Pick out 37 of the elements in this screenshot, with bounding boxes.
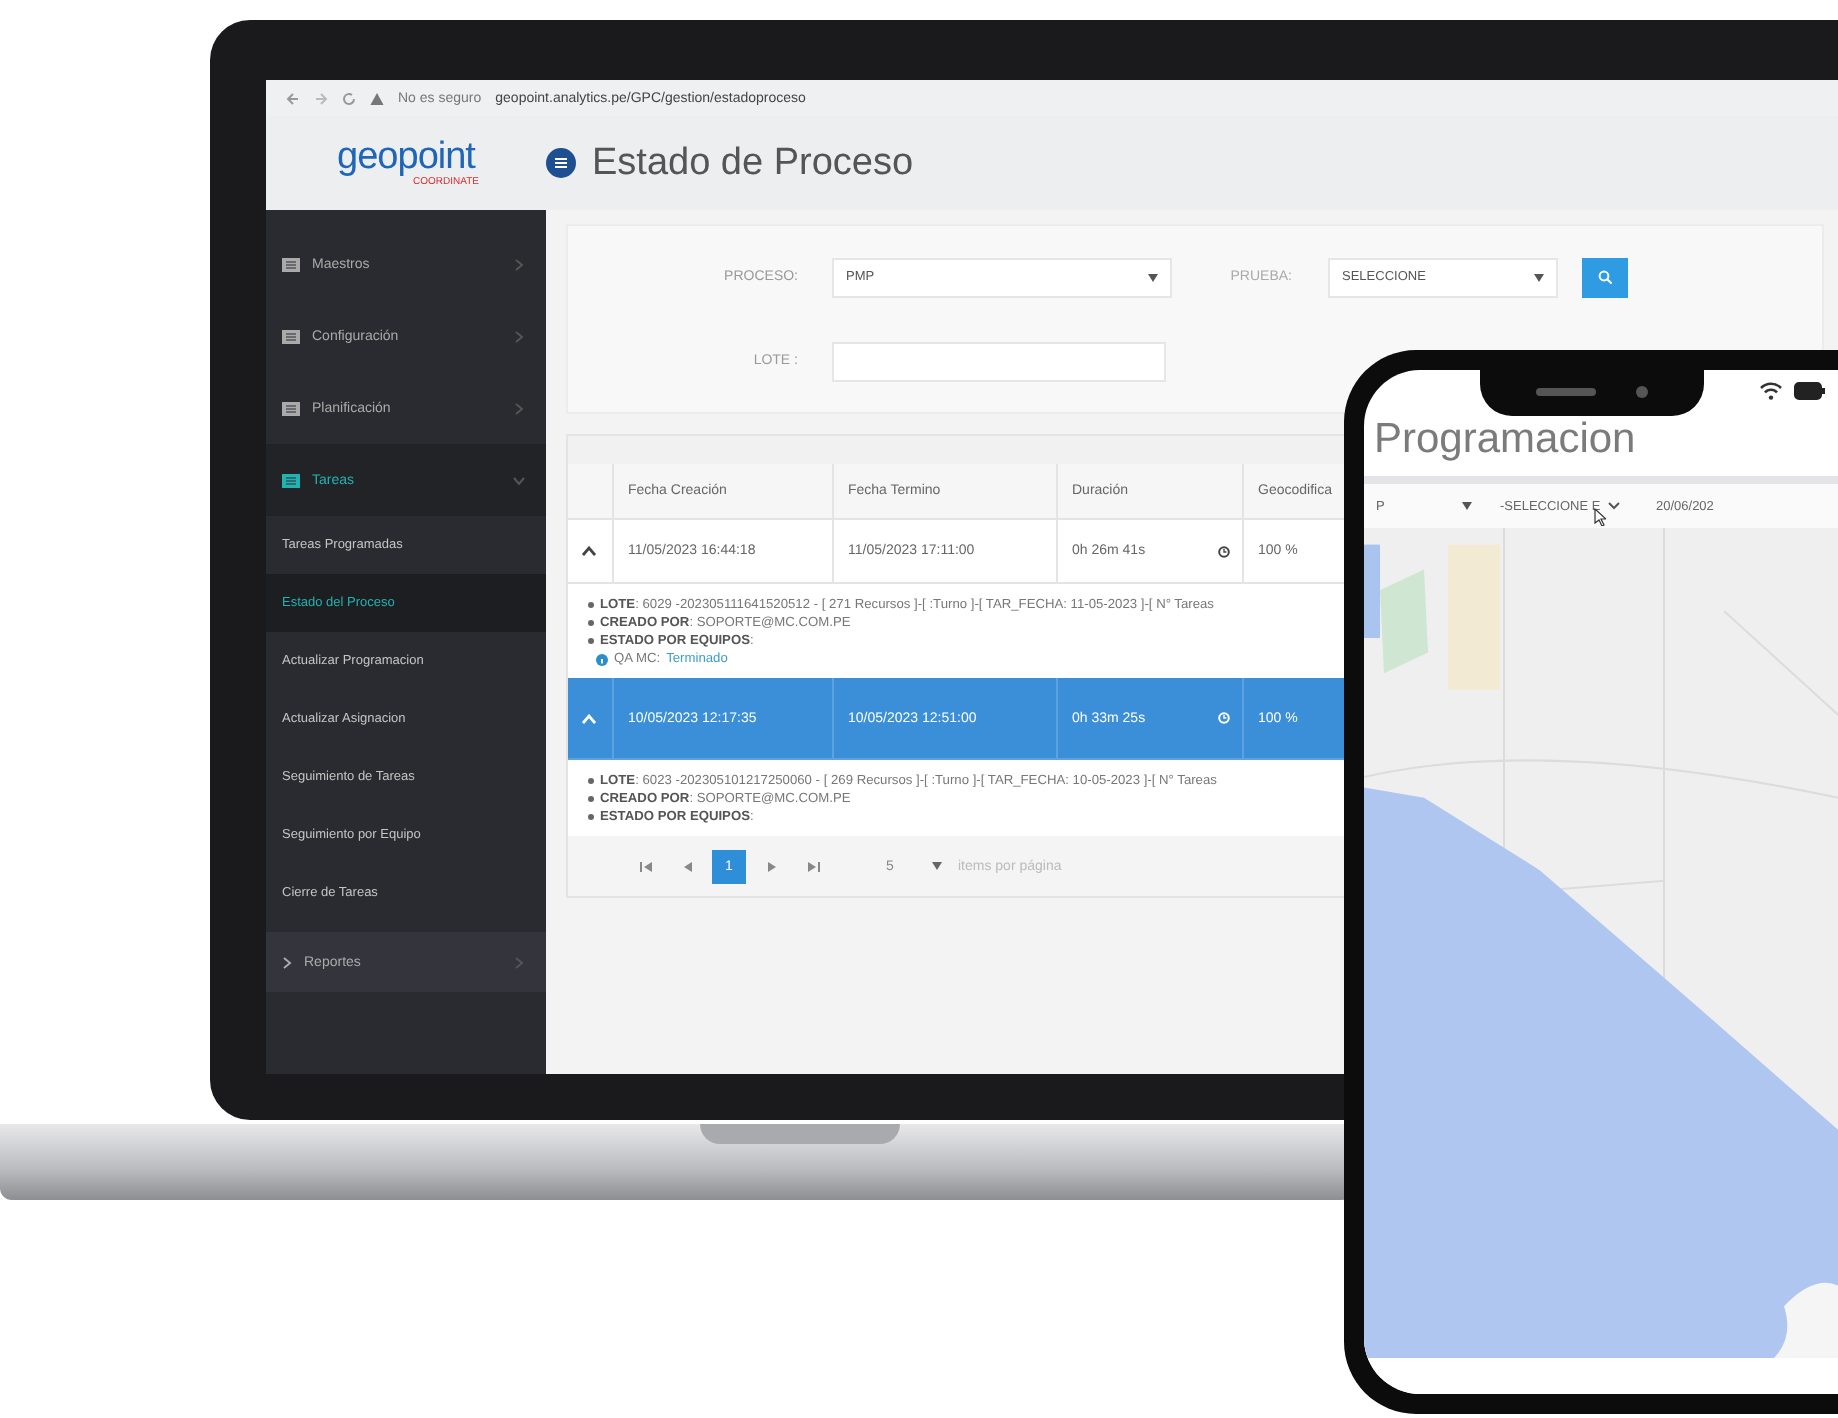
collapse-icon[interactable] [582,546,596,556]
screen-title: Programacion [1374,416,1636,464]
lote-input[interactable] [832,341,1166,381]
list-icon [282,401,300,415]
caret-icon [1462,502,1472,510]
wifi-icon [1760,382,1782,400]
list-icon [282,473,300,487]
list-icon [282,257,300,271]
bullet-icon [588,638,594,644]
page-title: Estado de Proceso [592,141,914,185]
previous-page-icon [681,861,693,871]
caret-icon [1534,273,1544,281]
bullet-icon [588,620,594,626]
battery-icon [1794,382,1826,400]
chevron-right-icon [282,955,292,969]
first-page-icon [639,861,651,871]
menu-icon [546,148,576,178]
bullet-icon [588,814,594,820]
forward-icon [314,91,328,105]
warning-icon [370,91,384,105]
search-button[interactable] [1582,257,1628,297]
reload-icon [342,91,356,105]
bullet-icon [588,796,594,802]
info-icon [596,653,608,665]
clock-icon [1218,545,1230,557]
chevron-down-icon [1608,502,1621,510]
search-icon [1598,270,1612,284]
logo-text: geopoint [337,138,475,176]
next-page-icon [765,861,777,871]
caret-icon [932,862,942,870]
clock-icon [1218,712,1230,724]
back-icon [286,91,300,105]
bullet-icon [588,602,594,608]
list-icon [282,329,300,343]
bullet-icon [588,778,594,784]
last-page-icon [807,861,819,871]
caret-icon [1148,273,1158,281]
